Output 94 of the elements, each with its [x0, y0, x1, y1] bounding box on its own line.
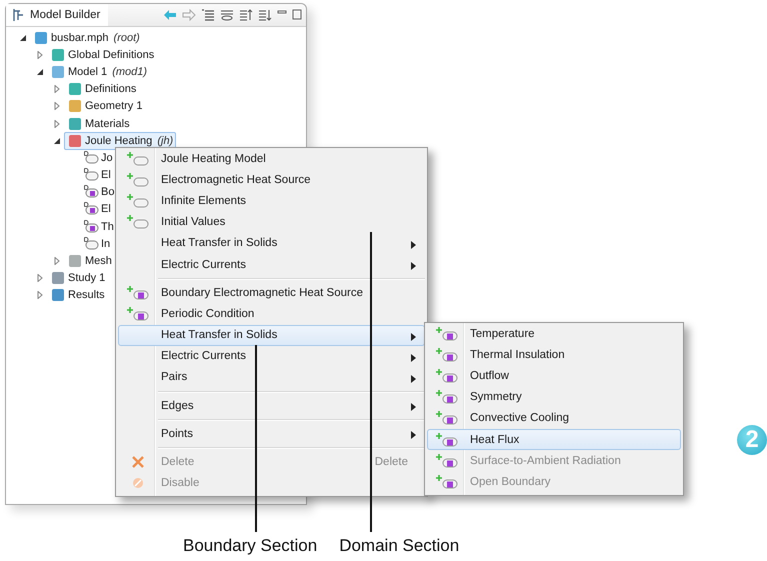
tree-item[interactable]: Mesh — [64, 252, 115, 270]
menu-item[interactable]: Electric Currents — [118, 346, 425, 367]
expand-triangle-icon[interactable] — [53, 120, 61, 128]
menu-item[interactable]: Points — [118, 423, 425, 444]
feature-icon — [84, 202, 99, 216]
tree-item[interactable]: busbar.mph (root) — [30, 28, 143, 47]
tree-item[interactable]: Global Definitions — [47, 46, 158, 64]
add-feature-icon — [126, 284, 150, 301]
add-feature-icon — [435, 432, 459, 448]
tree-item[interactable]: Study 1 — [47, 269, 108, 288]
add-feature-icon — [435, 326, 459, 342]
submenu-arrow-icon — [411, 332, 416, 340]
add-feature-icon — [126, 192, 150, 209]
results-node-icon — [50, 288, 66, 302]
expand-triangle-icon[interactable] — [53, 102, 61, 110]
add-feature-icon — [435, 368, 459, 384]
callout-label: Domain Section — [339, 536, 460, 556]
feature-icon — [84, 168, 99, 182]
tree-item[interactable]: Joule Heating (jh) — [64, 132, 176, 150]
add-feature-icon — [435, 389, 459, 406]
disable-icon — [132, 477, 144, 490]
study-node-icon — [50, 271, 66, 286]
sort-up-icon[interactable] — [239, 9, 253, 21]
list-icon[interactable] — [201, 9, 215, 21]
menu-item[interactable]: Initial Values — [118, 212, 425, 233]
submenu-arrow-icon — [411, 403, 416, 412]
feature-icon — [84, 150, 99, 165]
submenu-arrow-icon — [411, 431, 416, 440]
feature-icon — [84, 236, 99, 251]
expand-triangle-icon[interactable] — [36, 291, 44, 300]
menu-item[interactable]: Heat Transfer in Solids — [118, 324, 425, 346]
menu-item[interactable]: Periodic Condition — [118, 303, 425, 324]
collapse-triangle-icon[interactable] — [19, 34, 27, 42]
menu-item[interactable]: Temperature — [427, 323, 681, 344]
menu-item[interactable]: Pairs — [118, 366, 425, 388]
maximize-icon[interactable] — [292, 9, 302, 21]
tree-item[interactable]: Materials — [64, 114, 133, 133]
tree-item[interactable]: Th — [81, 218, 117, 236]
menu-item[interactable]: Edges — [118, 395, 425, 416]
add-feature-icon — [435, 452, 459, 469]
add-feature-icon — [126, 150, 150, 167]
tree-item[interactable]: In — [81, 234, 114, 253]
expand-triangle-icon[interactable] — [36, 274, 44, 282]
panel-title: Model Builder — [30, 9, 100, 21]
menu-item[interactable]: Symmetry — [427, 386, 681, 408]
menu-item[interactable]: Convective Cooling — [427, 408, 681, 429]
geometry-node-icon — [67, 99, 83, 114]
expand-triangle-icon[interactable] — [53, 85, 61, 94]
menu-item[interactable]: Electric Currents — [118, 254, 425, 276]
tree-item[interactable]: Definitions — [64, 80, 140, 98]
step-badge: 2 — [737, 425, 767, 455]
model-node-icon — [50, 64, 66, 79]
submenu-arrow-icon — [411, 354, 416, 362]
definitions-node-icon — [50, 48, 66, 62]
root-node-icon — [33, 30, 49, 45]
sort-down-icon[interactable] — [258, 9, 272, 21]
mesh-node-icon — [67, 254, 83, 268]
feature-icon — [84, 220, 99, 234]
submenu-arrow-icon — [411, 240, 416, 249]
submenu-arrow-icon — [411, 374, 416, 383]
materials-node-icon — [67, 116, 83, 131]
collapse-triangle-icon[interactable] — [36, 68, 44, 76]
tree-item[interactable]: Jo — [81, 148, 116, 167]
menu-item[interactable]: Joule Heating Model — [118, 148, 425, 170]
feature-icon — [84, 185, 99, 200]
add-feature-icon — [126, 306, 150, 322]
add-feature-icon — [435, 474, 459, 490]
add-feature-icon — [435, 410, 459, 426]
menu-item[interactable]: Electromagnetic Heat Source — [118, 169, 425, 190]
tree-item[interactable]: Geometry 1 — [64, 97, 146, 116]
menu-item[interactable]: Heat Transfer in Solids — [118, 232, 425, 254]
tree-item[interactable]: Results — [47, 286, 108, 304]
submenu-arrow-icon — [411, 262, 416, 270]
menu-item[interactable]: Boundary Electromagnetic Heat Source — [118, 282, 425, 304]
menu-item[interactable]: Outflow — [427, 365, 681, 387]
add-feature-icon — [126, 172, 150, 188]
menu-item[interactable]: Thermal Insulation — [427, 344, 681, 366]
tree-item[interactable]: Model 1 (mod1) — [47, 62, 150, 81]
eye-list-icon[interactable] — [220, 9, 234, 21]
tree-item[interactable]: El — [81, 200, 114, 218]
collapse-triangle-icon[interactable] — [53, 136, 61, 145]
physics-node-icon — [67, 134, 83, 148]
callout-label: Boundary Section — [183, 536, 318, 556]
definitions-node-icon — [67, 82, 83, 96]
expand-triangle-icon[interactable] — [36, 50, 44, 59]
add-feature-icon — [126, 214, 150, 230]
add-feature-icon — [435, 346, 459, 363]
delete-icon — [132, 456, 144, 468]
expand-triangle-icon[interactable] — [53, 257, 61, 266]
tree-item[interactable]: Bo — [81, 183, 118, 202]
menu-item[interactable]: Infinite Elements — [118, 190, 425, 212]
tree-item[interactable]: El — [81, 166, 114, 184]
menu-item[interactable]: Heat Flux — [427, 428, 681, 450]
tree-icon — [12, 8, 26, 22]
